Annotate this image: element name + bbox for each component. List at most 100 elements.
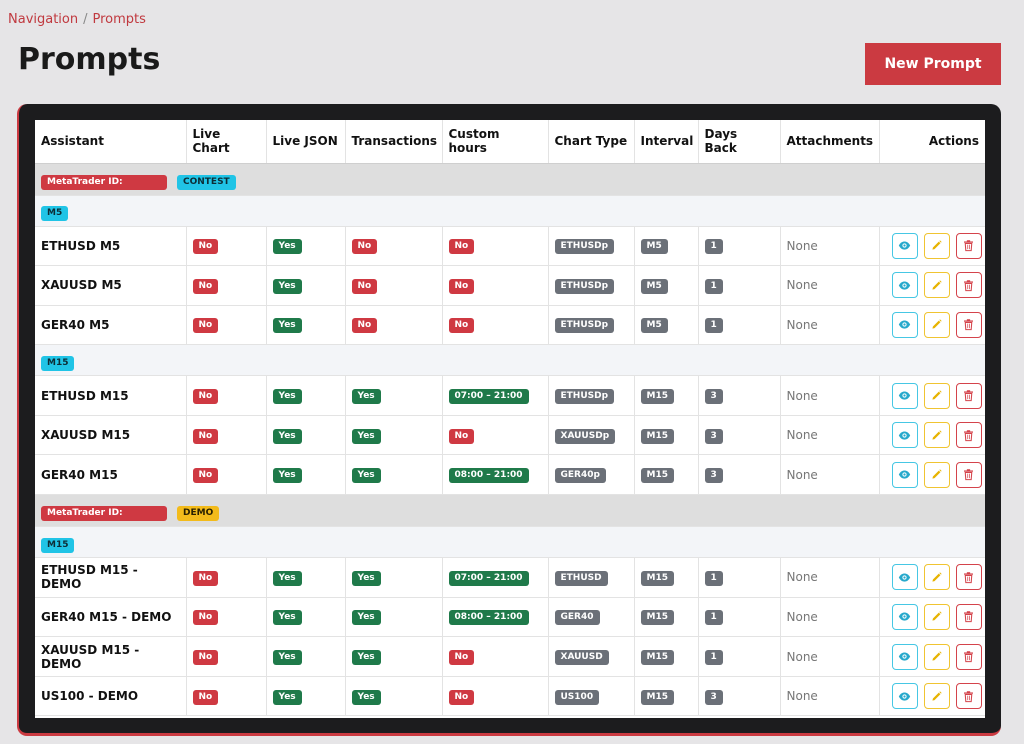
delete-button[interactable] — [955, 603, 982, 630]
edit-button[interactable] — [923, 683, 950, 710]
transactions-cell: No — [345, 226, 443, 267]
interval-cell: M15 — [634, 676, 699, 717]
delete-button[interactable] — [955, 382, 982, 409]
chart-type-badge: ETHUSDp — [554, 389, 615, 405]
interval-badge: M15 — [640, 610, 674, 626]
interval-badge: M5 — [640, 278, 668, 294]
live-json-cell: Yes — [266, 375, 346, 416]
days-back-cell: 1 — [698, 226, 781, 267]
metatrader-id-badge: MetaTrader ID: — [41, 174, 167, 190]
chart-type-badge: XAUUSDp — [554, 428, 616, 444]
custom-hours-cell: No — [442, 676, 549, 717]
edit-button[interactable] — [923, 461, 950, 488]
custom-hours-cell: No — [442, 265, 549, 306]
days-back-badge: 1 — [704, 650, 723, 666]
actions-cell — [879, 557, 985, 598]
table-row[interactable]: XAUUSD M5 No Yes No No ETHUSDp M5 1 None — [35, 265, 985, 306]
days-back-cell: 1 — [698, 557, 781, 598]
edit-button[interactable] — [923, 422, 950, 449]
view-button[interactable] — [891, 683, 918, 710]
table-row[interactable]: ETHUSD M15 - DEMO No Yes Yes 07:00 – 21:00 ET… — [35, 557, 985, 598]
delete-button[interactable] — [955, 643, 982, 670]
custom-hours-cell: No — [442, 415, 549, 456]
transactions-badge: Yes — [351, 468, 381, 484]
pencil-icon — [930, 318, 943, 331]
actions-cell — [879, 636, 985, 677]
interval-cell: M15 — [634, 557, 699, 598]
days-back-cell: 1 — [698, 597, 781, 638]
eye-icon — [898, 571, 911, 584]
view-button[interactable] — [891, 232, 918, 259]
view-button[interactable] — [891, 603, 918, 630]
account-group-row: MetaTrader ID: DEMO — [35, 494, 985, 528]
table-row[interactable]: GER40 M15 - DEMO No Yes Yes 08:00 – 21:00 GER… — [35, 597, 985, 638]
pencil-icon — [930, 690, 943, 703]
eye-icon — [898, 429, 911, 442]
breadcrumb-link-navigation[interactable]: Navigation — [8, 12, 78, 27]
view-button[interactable] — [891, 311, 918, 338]
assistant-name: GER40 M15 — [35, 454, 187, 496]
custom-hours-badge: No — [448, 278, 475, 294]
delete-button[interactable] — [955, 232, 982, 259]
live-chart-badge: No — [192, 468, 219, 484]
table-row[interactable]: GER40 M5 No Yes No No ETHUSDp M5 1 None — [35, 305, 985, 346]
live-chart-cell: No — [186, 305, 267, 346]
view-button[interactable] — [891, 643, 918, 670]
table-row[interactable]: US100 - DEMO No Yes Yes No US100 M15 3 None — [35, 676, 985, 717]
live-json-badge: Yes — [272, 570, 302, 586]
live-json-badge: Yes — [272, 318, 302, 334]
live-json-badge: Yes — [272, 239, 302, 255]
new-prompt-button[interactable]: New Prompt — [865, 43, 1001, 85]
view-button[interactable] — [891, 382, 918, 409]
view-button[interactable] — [891, 272, 918, 299]
custom-hours-badge: No — [448, 318, 475, 334]
actions-cell — [879, 265, 985, 306]
delete-button[interactable] — [955, 311, 982, 338]
table-row[interactable]: ETHUSD M5 No Yes No No ETHUSDp M5 1 None — [35, 226, 985, 267]
live-json-cell: Yes — [266, 557, 346, 598]
delete-button[interactable] — [955, 272, 982, 299]
delete-button[interactable] — [955, 422, 982, 449]
live-chart-badge: No — [192, 689, 219, 705]
account-group-cell: MetaTrader ID: CONTEST — [35, 163, 985, 196]
view-button[interactable] — [891, 564, 918, 591]
table-row[interactable]: XAUUSD M15 No Yes Yes No XAUUSDp M15 3 None — [35, 415, 985, 456]
actions-cell — [879, 597, 985, 638]
transactions-badge: No — [351, 239, 378, 255]
assistant-name: XAUUSD M15 — [35, 415, 187, 456]
view-button[interactable] — [891, 461, 918, 488]
live-chart-badge: No — [192, 389, 219, 405]
custom-hours-cell: 07:00 – 21:00 — [442, 557, 549, 598]
interval-badge: M15 — [640, 428, 674, 444]
edit-button[interactable] — [923, 564, 950, 591]
edit-button[interactable] — [923, 643, 950, 670]
transactions-badge: Yes — [351, 689, 381, 705]
trash-icon — [962, 429, 975, 442]
header-chart-type: Chart Type — [548, 120, 635, 164]
edit-button[interactable] — [923, 311, 950, 338]
custom-hours-badge: No — [448, 689, 475, 705]
chart-type-badge: GER40p — [554, 468, 606, 484]
days-back-badge: 3 — [704, 689, 723, 705]
live-json-badge: Yes — [272, 428, 302, 444]
edit-button[interactable] — [923, 382, 950, 409]
edit-button[interactable] — [923, 232, 950, 259]
delete-button[interactable] — [955, 461, 982, 488]
edit-button[interactable] — [923, 272, 950, 299]
view-button[interactable] — [891, 422, 918, 449]
chart-type-badge: US100 — [554, 689, 600, 705]
table-row[interactable]: GER40 M15 No Yes Yes 08:00 – 21:00 GER40p M15 3… — [35, 454, 985, 496]
table-row[interactable]: ETHUSD M15 No Yes Yes 07:00 – 21:00 ETHUSDp M1… — [35, 375, 985, 416]
custom-hours-cell: No — [442, 636, 549, 677]
eye-icon — [898, 650, 911, 663]
custom-hours-cell: 08:00 – 21:00 — [442, 454, 549, 496]
live-chart-badge: No — [192, 570, 219, 586]
eye-icon — [898, 279, 911, 292]
edit-button[interactable] — [923, 603, 950, 630]
delete-button[interactable] — [955, 564, 982, 591]
transactions-cell: Yes — [345, 375, 443, 416]
custom-hours-cell: 07:00 – 21:00 — [442, 375, 549, 416]
live-json-cell: Yes — [266, 454, 346, 496]
delete-button[interactable] — [955, 683, 982, 710]
table-row[interactable]: XAUUSD M15 - DEMO No Yes Yes No XAUUSD M15 1 Non… — [35, 636, 985, 677]
